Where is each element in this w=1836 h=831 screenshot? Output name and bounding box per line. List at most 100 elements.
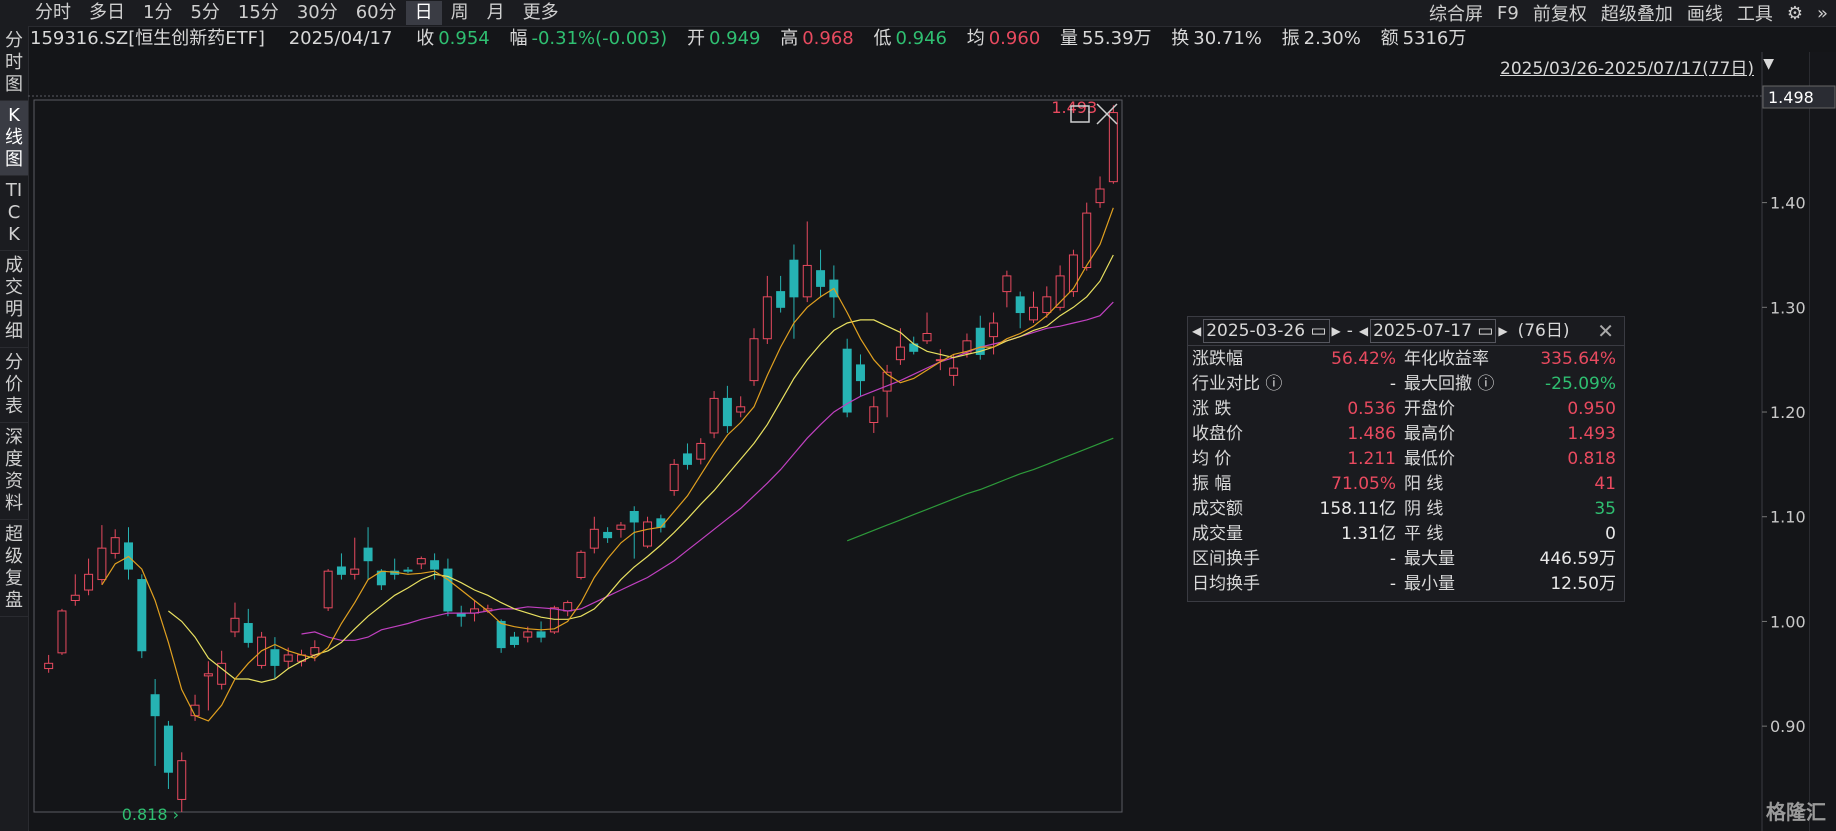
candle-body-up bbox=[57, 610, 67, 654]
candle-body-up bbox=[736, 406, 746, 413]
stats-label: 收盘价 bbox=[1192, 424, 1243, 444]
next-start-icon[interactable]: ▶ bbox=[1332, 317, 1341, 345]
stats-value: 56.42% bbox=[1331, 349, 1396, 369]
stats-value: 1.493 bbox=[1567, 424, 1616, 444]
min-price-label: 0.818 › bbox=[122, 805, 179, 824]
stats-label: 区间换手 bbox=[1192, 549, 1260, 569]
stats-value: - bbox=[1389, 374, 1396, 394]
y-tick-label: 0.90 bbox=[1770, 717, 1806, 736]
candle-body-up bbox=[84, 573, 94, 591]
candle-body-down bbox=[682, 453, 692, 465]
stats-value: 1.486 bbox=[1347, 424, 1396, 444]
candle-body-up bbox=[989, 322, 999, 338]
stats-label: 最大回撤 ⓘ bbox=[1404, 374, 1495, 394]
stats-label: 成交量 bbox=[1192, 524, 1243, 544]
ma60-line bbox=[846, 437, 1114, 542]
stats-value: 71.05% bbox=[1331, 474, 1396, 494]
candle-body-up bbox=[1002, 275, 1012, 293]
candle-body-up bbox=[1095, 188, 1105, 204]
close-icon[interactable]: ✕ bbox=[1597, 317, 1614, 345]
y-tick-label: 1.40 bbox=[1770, 194, 1806, 213]
candle-body-down bbox=[536, 631, 546, 638]
next-end-icon[interactable]: ▶ bbox=[1498, 317, 1507, 345]
candle-body-up bbox=[283, 654, 293, 662]
ma5-line bbox=[101, 207, 1114, 722]
watermark-logo: 格隆汇 bbox=[1766, 800, 1826, 824]
candle-body-down bbox=[270, 649, 280, 666]
interval-stats-panel: ◀ 2025-03-26 ▭ ▶ - ◀ 2025-07-17 ▭ ▶ (76日… bbox=[1187, 316, 1625, 602]
candle-body-up bbox=[882, 371, 892, 392]
candle-body-up bbox=[44, 662, 54, 670]
candle-body-up bbox=[70, 594, 80, 601]
stats-value: 1.31亿 bbox=[1341, 524, 1396, 544]
candle-body-up bbox=[696, 442, 706, 460]
stats-label: 最低价 bbox=[1404, 449, 1455, 469]
candle-body-up bbox=[1082, 212, 1092, 269]
candle-body-down bbox=[336, 566, 346, 575]
candle-body-up bbox=[177, 760, 187, 800]
stats-label: 均 价 bbox=[1192, 449, 1232, 469]
candle-body-down bbox=[789, 259, 799, 298]
stats-label: 涨 跌 bbox=[1192, 399, 1232, 419]
start-date-value: 2025-03-26 bbox=[1206, 321, 1306, 341]
candle-body-up bbox=[416, 558, 426, 565]
candle-body-up bbox=[1068, 254, 1078, 293]
candle-body-down bbox=[430, 560, 440, 570]
end-date-field[interactable]: 2025-07-17 ▭ bbox=[1370, 319, 1497, 343]
candle-body-up bbox=[749, 338, 759, 382]
stats-value: - bbox=[1389, 574, 1396, 594]
candle-body-up bbox=[762, 296, 772, 340]
candle-body-up bbox=[1029, 306, 1038, 321]
candle-body-down bbox=[816, 270, 826, 287]
stats-value: 446.59万 bbox=[1539, 549, 1616, 569]
y-tick-label: 1.00 bbox=[1770, 612, 1806, 631]
candle-body-down bbox=[496, 620, 506, 649]
candle-body-up bbox=[323, 570, 333, 609]
candle-body-up bbox=[802, 264, 812, 298]
stats-header: ◀ 2025-03-26 ▭ ▶ - ◀ 2025-07-17 ▭ ▶ (76日… bbox=[1188, 317, 1624, 346]
stats-label: 成交额 bbox=[1192, 499, 1243, 519]
stats-value: 335.64% bbox=[1540, 349, 1616, 369]
stats-value: - bbox=[1389, 549, 1396, 569]
stats-label: 振 幅 bbox=[1192, 474, 1232, 494]
prev-start-icon[interactable]: ◀ bbox=[1192, 317, 1201, 345]
stats-label: 开盘价 bbox=[1404, 399, 1455, 419]
stats-label: 最大量 bbox=[1404, 549, 1455, 569]
stats-grid: 涨跌幅 56.42% 年化收益率 335.64% 行业对比 ⓘ - 最大回撤 ⓘ -25.09… bbox=[1188, 346, 1624, 598]
end-date-value: 2025-07-17 bbox=[1373, 321, 1472, 341]
stats-value: 12.50万 bbox=[1550, 574, 1616, 594]
y-tick-label: 1.20 bbox=[1770, 403, 1806, 422]
ma10-line bbox=[168, 254, 1114, 683]
prev-end-icon[interactable]: ◀ bbox=[1359, 317, 1368, 345]
candle-body-up bbox=[589, 528, 599, 549]
stats-label: 涨跌幅 bbox=[1192, 349, 1243, 369]
candle-body-down bbox=[603, 531, 613, 539]
ma20-line bbox=[301, 301, 1114, 641]
stats-label: 阴 线 bbox=[1404, 499, 1444, 519]
start-date-field[interactable]: 2025-03-26 ▭ bbox=[1203, 319, 1330, 343]
stats-label: 年化收益率 bbox=[1404, 349, 1489, 369]
candle-body-up bbox=[669, 463, 679, 492]
stats-value: 41 bbox=[1594, 474, 1616, 494]
candle-body-up bbox=[523, 631, 533, 638]
candle-body-up bbox=[576, 551, 586, 578]
candle-body-up bbox=[563, 602, 573, 612]
stats-value: 0 bbox=[1605, 524, 1616, 544]
candle-body-up bbox=[616, 524, 626, 530]
calendar-icon[interactable]: ▭ bbox=[1310, 321, 1326, 341]
candle-body-down bbox=[150, 694, 160, 717]
candle-body-down bbox=[776, 291, 786, 308]
candle-body-down bbox=[363, 547, 373, 562]
stats-value: 158.11亿 bbox=[1319, 499, 1396, 519]
stats-label: 平 线 bbox=[1404, 524, 1444, 544]
candle-body-down bbox=[1015, 296, 1025, 314]
stats-value: 0.950 bbox=[1567, 399, 1616, 419]
candle-body-down bbox=[243, 623, 253, 643]
candle-body-down bbox=[509, 636, 519, 645]
candle-body-down bbox=[403, 569, 413, 572]
stats-value: 35 bbox=[1594, 499, 1616, 519]
stats-label: 最小量 bbox=[1404, 574, 1455, 594]
candle-body-up bbox=[230, 617, 240, 633]
candle-body-up bbox=[1042, 296, 1052, 314]
calendar-icon[interactable]: ▭ bbox=[1477, 321, 1493, 341]
